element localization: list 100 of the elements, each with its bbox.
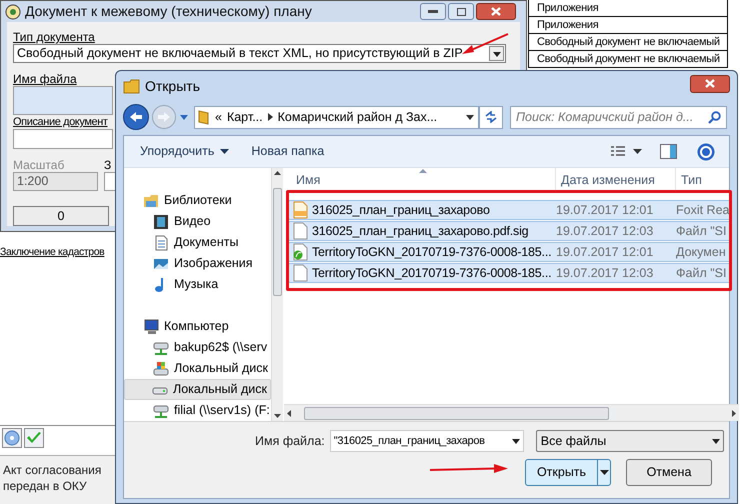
nav-item[interactable]: Библиотеки [142,190,271,211]
arrow-left-icon [129,111,143,123]
column-header[interactable]: Дата изменения [555,168,675,193]
preview-pane-button[interactable] [660,144,677,159]
preview-pane-icon [660,144,677,159]
field-label: З [104,159,112,172]
file-name: TerritoryToGKN_20170719-7376-0008-185... [312,264,552,282]
document-type-combo[interactable]: Свободный документ не включаемый в текст XML, но присутствующий в ZIP [13,44,506,63]
nav-item[interactable]: bakup62$ (\\serv [152,337,271,358]
column-header[interactable]: Имя [284,168,555,193]
table-cell-text: Приложения [537,0,598,16]
nav-item[interactable]: Локальный диск [124,379,271,400]
new-folder-button[interactable]: Новая папка [241,142,334,161]
nav-item[interactable]: Локальный диск [152,358,271,379]
open-button[interactable]: Открыть [525,459,611,486]
table-cell-text: Свободный документ не включаемый [537,34,720,50]
cancel-button[interactable]: Отмена [626,459,712,486]
field-label: Имя файла: [255,432,325,450]
caret-icon [600,470,608,476]
file-icon [293,222,308,240]
view-button[interactable] [611,146,642,158]
count-button[interactable]: 0 [13,206,109,226]
back-button[interactable] [123,104,149,130]
file-date: 19.07.2017 12:01 [555,202,654,219]
file-name-combo[interactable]: "316025_план_границ_захаров [330,430,524,452]
caret-icon [465,113,475,121]
column-header[interactable]: Тип [675,168,738,193]
dropdown-button[interactable] [489,46,504,61]
caret-icon [179,113,189,121]
file-row[interactable]: TerritoryToGKN_20170719-7376-0008-185... 19.07.2017 12:01 Докумен [288,242,730,262]
folder-icon [143,192,159,208]
file-name: 316025_план_границ_захарово.pdf.sig [312,222,528,240]
refresh-button[interactable] [479,106,503,128]
file-row[interactable]: 316025_план_границ_захарово.pdf.sig 19.07.2017 12:03 Файл "SI [288,221,730,241]
disc-button[interactable] [2,428,22,448]
file-icon [293,243,308,261]
file-row[interactable]: TerritoryToGKN_20170719-7376-0008-185... 19.07.2017 12:03 Файл "SI [288,263,730,283]
pdf-file-icon [293,201,308,219]
help-button[interactable] [697,142,715,160]
arrow-annotation [460,32,510,56]
organize-button[interactable]: Упорядочить [134,142,236,161]
close-icon [705,79,715,88]
check-icon [26,431,42,445]
drive-icon [153,360,169,376]
file-date: 19.07.2017 12:03 [555,264,654,282]
folder-icon [123,79,141,94]
breadcrumb-item[interactable]: Карт... [226,108,263,126]
help-icon [697,142,715,160]
nav-item[interactable]: Изображения [152,253,271,274]
caret-icon [220,148,230,154]
maximize-icon [456,8,466,16]
arrow-right-icon [157,111,171,123]
file-name: 316025_план_границ_захарово [312,202,490,219]
search-field[interactable]: Поиск: Комаричский район д... [510,106,727,128]
film-icon [153,214,169,230]
close-button[interactable] [476,3,516,20]
file-name-field[interactable] [13,86,113,115]
table-cell-text: Приложения [537,18,598,33]
close-button[interactable] [690,74,730,92]
nav-item[interactable]: Документы [152,232,271,253]
section-label: Заключение кадастров [0,245,104,260]
field-label: Описание документ [13,116,108,129]
file-name: TerritoryToGKN_20170719-7376-0008-185... [312,244,552,261]
scrollbar[interactable] [284,404,738,421]
nav-item[interactable]: filial (\\serv1s) (F: [152,400,271,421]
file-type: Foxit Rea [675,202,730,219]
history-dropdown[interactable] [179,113,189,121]
scale-field: 1:200 [13,172,98,191]
scrollbar-thumb[interactable] [272,188,282,296]
scrollbar[interactable] [270,168,283,421]
disc-icon [4,430,20,446]
breadcrumb-prefix: « [215,108,222,126]
description-field[interactable] [13,129,113,149]
nav-item[interactable]: Компьютер [142,316,271,337]
file-date: 19.07.2017 12:03 [555,222,654,240]
maximize-button[interactable] [448,3,474,20]
file-type-combo[interactable]: Все файлы [536,430,724,452]
file-type: Докумен [675,244,727,261]
field-label: Масштаб [13,159,64,172]
file-row[interactable]: 316025_план_границ_захарово 19.07.2017 12:01 Foxit Rea [288,200,730,220]
minimize-icon [428,10,438,14]
field-label: Тип документа [13,31,95,44]
address-bar[interactable]: « Карт... Комаричский район д Зах... [194,106,479,128]
monitor-icon [143,318,159,334]
minimize-button[interactable] [420,3,446,20]
file-type: Файл "SI [675,264,728,282]
table-cell-text: Свободный документ не включаемый [537,52,720,67]
sort-arrow-icon [419,169,427,173]
field-label: Имя файла [13,73,77,86]
folder-icon [198,109,210,125]
scrollbar-thumb[interactable] [304,406,609,420]
breadcrumb-item[interactable]: Комаричский район д Зах... [278,108,438,126]
status-text: Акт согласования передан в ОКУ [3,462,102,494]
file-type: Файл "SI [675,222,728,240]
caret-icon [633,148,642,154]
file-date: 19.07.2017 12:01 [555,244,654,261]
check-button[interactable] [24,428,44,448]
nav-item[interactable]: Видео [152,211,271,232]
window-title: Документ к межевому (техническому) плану [25,2,313,21]
nav-item[interactable]: Музыка [152,274,271,295]
